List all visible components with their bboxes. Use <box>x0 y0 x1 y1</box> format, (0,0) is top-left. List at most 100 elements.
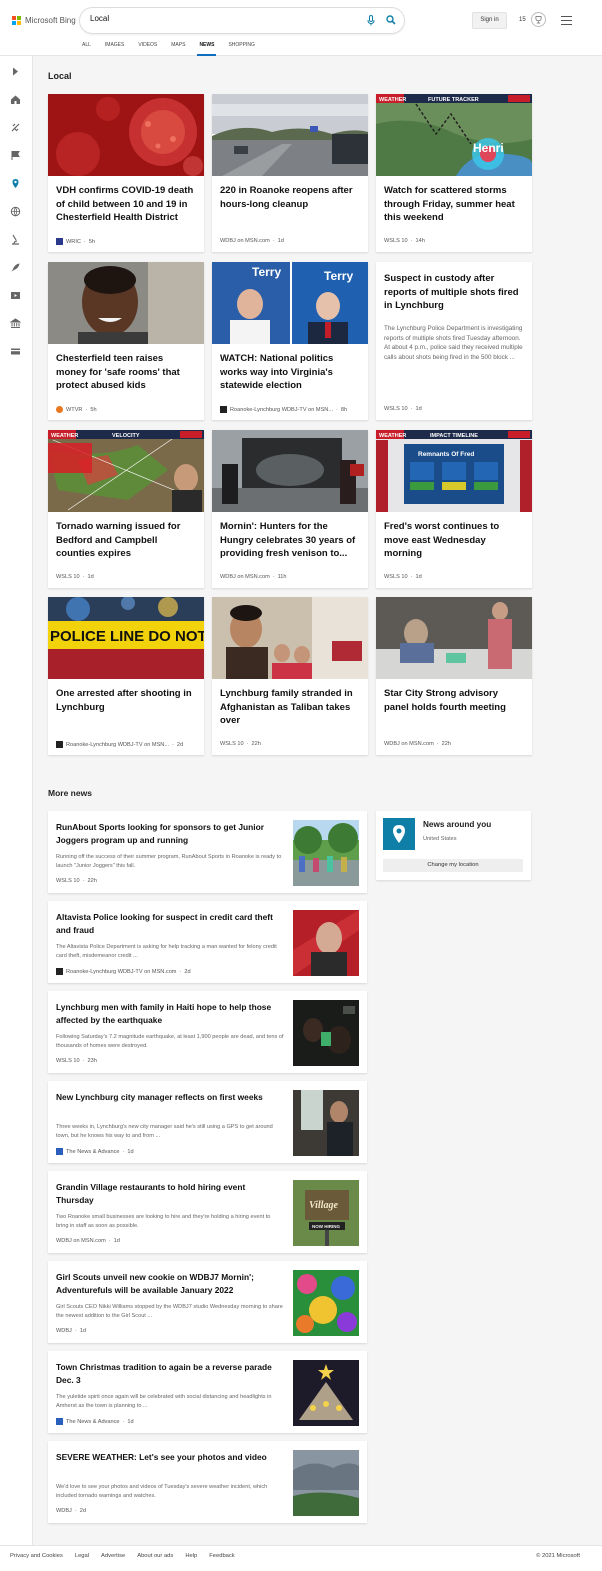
item-title[interactable]: Grandin Village restaurants to hold hiri… <box>56 1181 282 1207</box>
card-source[interactable]: WSLS 10 · 1d <box>384 406 524 412</box>
sign-in-button[interactable]: Sign in <box>472 12 507 29</box>
bank-icon[interactable] <box>10 318 21 329</box>
card-title[interactable]: One arrested after shooting in Lynchburg <box>56 687 196 714</box>
item-source[interactable]: The News & Advance · 1d <box>56 1148 134 1155</box>
news-card[interactable]: Terry Terry WATCH: National politics wor… <box>212 262 368 420</box>
tab-images[interactable]: IMAGES <box>105 42 124 56</box>
search-icon[interactable] <box>386 15 396 25</box>
footer-link-privacy[interactable]: Privacy and Cookies <box>10 1553 63 1559</box>
card-source[interactable]: WSLS 10 · 22h <box>220 741 360 747</box>
credit-card-icon[interactable] <box>10 346 21 357</box>
microscope-icon[interactable] <box>10 234 21 245</box>
card-source[interactable]: WTVR · 5h <box>56 406 196 413</box>
microphone-icon[interactable] <box>367 15 375 26</box>
flag-icon[interactable] <box>10 150 21 161</box>
tab-shopping[interactable]: SHOPPING <box>228 42 254 56</box>
news-card[interactable]: Suspect in custody after reports of mult… <box>376 262 532 420</box>
item-snippet: Girl Scouts CEO Nikki Williams stopped b… <box>56 1304 283 1319</box>
card-title[interactable]: Lynchburg family stranded in Afghanistan… <box>220 687 360 728</box>
more-news-item[interactable]: Girl Scouts unveil new cookie on WDBJ7 M… <box>48 1261 367 1343</box>
search-input[interactable] <box>90 14 350 23</box>
card-title[interactable]: WATCH: National politics works way into … <box>220 352 360 393</box>
card-source[interactable]: WRIC · 5h <box>56 238 196 245</box>
card-title[interactable]: Chesterfield teen raises money for 'safe… <box>56 352 196 393</box>
more-news-item[interactable]: Grandin Village restaurants to hold hiri… <box>48 1171 367 1253</box>
menu-icon[interactable] <box>561 16 572 25</box>
news-card[interactable]: POLICE LINE DO NOT CROSS One arrested af… <box>48 597 204 755</box>
card-title[interactable]: 220 in Roanoke reopens after hours-long … <box>220 184 360 211</box>
more-news-item[interactable]: Lynchburg men with family in Haiti hope … <box>48 991 367 1073</box>
item-title[interactable]: Lynchburg men with family in Haiti hope … <box>56 1001 282 1027</box>
item-source[interactable]: WDBJ · 1d <box>56 1328 86 1334</box>
card-source[interactable]: WSLS 10 · 1d <box>384 574 524 580</box>
globe-icon[interactable] <box>10 206 21 217</box>
item-snippet: The yuletide spirit once again will be c… <box>56 1394 272 1409</box>
video-icon[interactable] <box>10 290 21 301</box>
card-title[interactable]: Suspect in custody after reports of mult… <box>384 272 524 313</box>
card-image <box>212 94 368 176</box>
item-title[interactable]: New Lynchburg city manager reflects on f… <box>56 1091 282 1104</box>
search-box[interactable] <box>80 8 404 33</box>
card-source[interactable]: Roanoke-Lynchburg WDBJ-TV on MSN... · 2d <box>56 741 196 748</box>
card-source[interactable]: WDBJ on MSN.com · 11h <box>220 574 360 580</box>
item-title[interactable]: Town Christmas tradition to again be a r… <box>56 1361 282 1387</box>
rewards-trophy-icon[interactable] <box>531 12 546 27</box>
tab-videos[interactable]: VIDEOS <box>138 42 157 56</box>
home-icon[interactable] <box>10 94 21 105</box>
bing-logo[interactable]: Microsoft Bing <box>12 16 76 25</box>
news-card[interactable]: Lynchburg family stranded in Afghanistan… <box>212 597 368 755</box>
news-card[interactable]: WEATHER VELOCITY Tornado warning issued … <box>48 430 204 588</box>
card-source[interactable]: WDBJ on MSN.com · 22h <box>384 741 524 747</box>
location-icon[interactable] <box>10 178 21 189</box>
tab-all[interactable]: ALL <box>82 42 91 56</box>
news-card[interactable]: Chesterfield teen raises money for 'safe… <box>48 262 204 420</box>
footer-link-advertise[interactable]: Advertise <box>101 1553 125 1559</box>
source-time: 22h <box>441 741 451 747</box>
more-news-item[interactable]: RunAbout Sports looking for sponsors to … <box>48 811 367 893</box>
source-time: 1d <box>415 574 422 580</box>
change-location-button[interactable]: Change my location <box>383 859 523 872</box>
item-source[interactable]: Roanoke-Lynchburg WDBJ-TV on MSN.com · 2… <box>56 968 191 975</box>
item-source[interactable]: WSLS 10 · 22h <box>56 878 97 884</box>
card-title[interactable]: Star City Strong advisory panel holds fo… <box>384 687 524 714</box>
card-title[interactable]: Fred's worst continues to move east Wedn… <box>384 520 524 561</box>
card-title[interactable]: Tornado warning issued for Bedford and C… <box>56 520 196 561</box>
news-card[interactable]: WEATHER FUTURE TRACKER Henri Watch for s… <box>376 94 532 252</box>
news-card[interactable]: Remnants Of Fred WEATHER IMPACT TIMELINE… <box>376 430 532 588</box>
card-source[interactable]: WSLS 10 · 1d <box>56 574 196 580</box>
item-source[interactable]: WDBJ on MSN.com · 1d <box>56 1238 120 1244</box>
rocket-icon[interactable] <box>10 262 21 273</box>
news-card[interactable]: Star City Strong advisory panel holds fo… <box>376 597 532 755</box>
card-source[interactable]: WSLS 10 · 14h <box>384 238 524 244</box>
tab-maps[interactable]: MAPS <box>171 42 185 56</box>
card-source[interactable]: Roanoke-Lynchburg WDBJ-TV on MSN... · 8h <box>220 406 360 413</box>
news-card[interactable]: Mornin': Hunters for the Hungry celebrat… <box>212 430 368 588</box>
expand-icon[interactable] <box>10 66 21 77</box>
item-source[interactable]: The News & Advance · 1d <box>56 1418 134 1425</box>
more-news-item[interactable]: SEVERE WEATHER: Let's see your photos an… <box>48 1441 367 1523</box>
item-title[interactable]: Girl Scouts unveil new cookie on WDBJ7 M… <box>56 1271 282 1297</box>
more-news-item[interactable]: New Lynchburg city manager reflects on f… <box>48 1081 367 1163</box>
item-source[interactable]: WSLS 10 · 23h <box>56 1058 97 1064</box>
sign-text-left: Terry <box>252 265 281 279</box>
footer-link-legal[interactable]: Legal <box>75 1553 89 1559</box>
more-news-item[interactable]: Altavista Police looking for suspect in … <box>48 901 367 983</box>
footer-link-help[interactable]: Help <box>185 1553 197 1559</box>
tab-news[interactable]: NEWS <box>197 42 217 56</box>
item-title[interactable]: SEVERE WEATHER: Let's see your photos an… <box>56 1451 282 1464</box>
more-news-item[interactable]: Town Christmas tradition to again be a r… <box>48 1351 367 1433</box>
card-title[interactable]: Mornin': Hunters for the Hungry celebrat… <box>220 520 360 561</box>
satellite-icon[interactable] <box>10 122 21 133</box>
card-title[interactable]: VDH confirms COVID-19 death of child bet… <box>56 184 196 225</box>
item-source[interactable]: WDBJ · 2d <box>56 1508 86 1514</box>
card-title[interactable]: Watch for scattered storms through Frida… <box>384 184 524 225</box>
microsoft-logo-icon <box>12 16 21 25</box>
footer-link-about-ads[interactable]: About our ads <box>137 1553 173 1559</box>
card-image: WEATHER FUTURE TRACKER Henri <box>376 94 532 176</box>
news-card[interactable]: VDH confirms COVID-19 death of child bet… <box>48 94 204 252</box>
card-source[interactable]: WDBJ on MSN.com · 1d <box>220 238 360 244</box>
item-title[interactable]: Altavista Police looking for suspect in … <box>56 911 282 937</box>
footer-link-feedback[interactable]: Feedback <box>209 1553 234 1559</box>
item-title[interactable]: RunAbout Sports looking for sponsors to … <box>56 821 282 847</box>
news-card[interactable]: 220 in Roanoke reopens after hours-long … <box>212 94 368 252</box>
